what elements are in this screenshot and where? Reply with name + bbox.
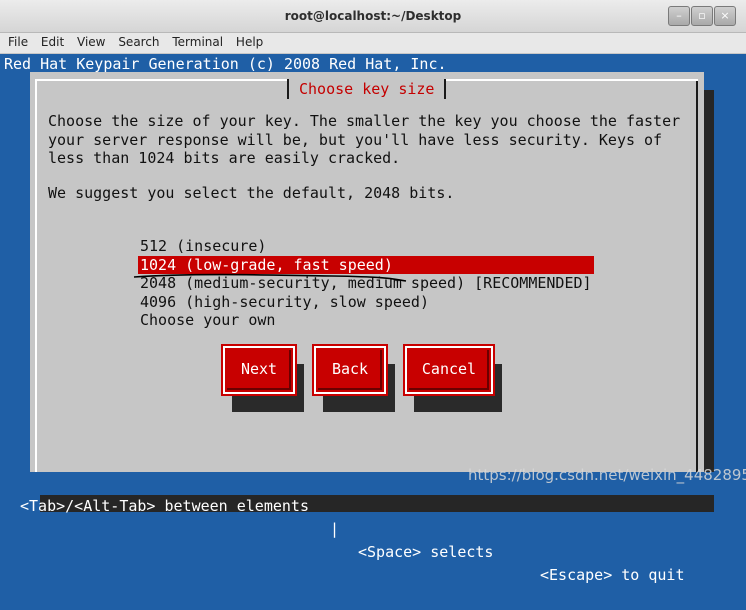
maximize-button[interactable]: ▫ <box>691 6 713 26</box>
dialog-suggestion: We suggest you select the default, 2048 … <box>48 184 455 202</box>
window-titlebar: root@localhost:~/Desktop – ▫ × <box>0 0 746 33</box>
minimize-button[interactable]: – <box>668 6 690 26</box>
option-512[interactable]: 512 (insecure) <box>138 237 598 256</box>
terminal-header-line: Red Hat Keypair Generation (c) 2008 Red … <box>4 55 447 73</box>
watermark-text: https://blog.csdn.net/weixin_44828950 <box>468 466 746 484</box>
back-button[interactable]: Back <box>312 344 395 412</box>
menu-view[interactable]: View <box>77 33 105 49</box>
menu-edit[interactable]: Edit <box>41 33 64 49</box>
window-title: root@localhost:~/Desktop <box>284 9 462 23</box>
quit-hint: <Escape> to quit <box>540 566 685 584</box>
nav-hint: <Tab>/<Alt-Tab> between elements <box>20 497 309 515</box>
pen-underline-annotation <box>133 273 407 282</box>
select-hint: <Space> selects <box>358 543 494 561</box>
next-button[interactable]: Next <box>221 344 304 412</box>
close-button[interactable]: × <box>714 6 736 26</box>
window-controls: – ▫ × <box>668 6 736 26</box>
dialog-title: Choose key size <box>287 79 447 99</box>
option-custom[interactable]: Choose your own <box>138 311 598 330</box>
menu-search[interactable]: Search <box>118 33 159 49</box>
menu-file[interactable]: File <box>8 33 28 49</box>
cancel-button[interactable]: Cancel <box>403 344 502 412</box>
terminal-area[interactable]: Red Hat Keypair Generation (c) 2008 Red … <box>0 54 746 584</box>
cancel-button-label: Cancel <box>421 360 477 378</box>
next-button-label: Next <box>240 360 278 378</box>
status-separator: | <box>330 520 340 538</box>
dialog-description: Choose the size of your key. The smaller… <box>48 112 681 167</box>
menu-terminal[interactable]: Terminal <box>172 33 223 49</box>
menu-help[interactable]: Help <box>236 33 263 49</box>
back-button-label: Back <box>331 360 369 378</box>
menubar: File Edit View Search Terminal Help <box>0 33 746 54</box>
option-4096[interactable]: 4096 (high-security, slow speed) <box>138 293 598 312</box>
